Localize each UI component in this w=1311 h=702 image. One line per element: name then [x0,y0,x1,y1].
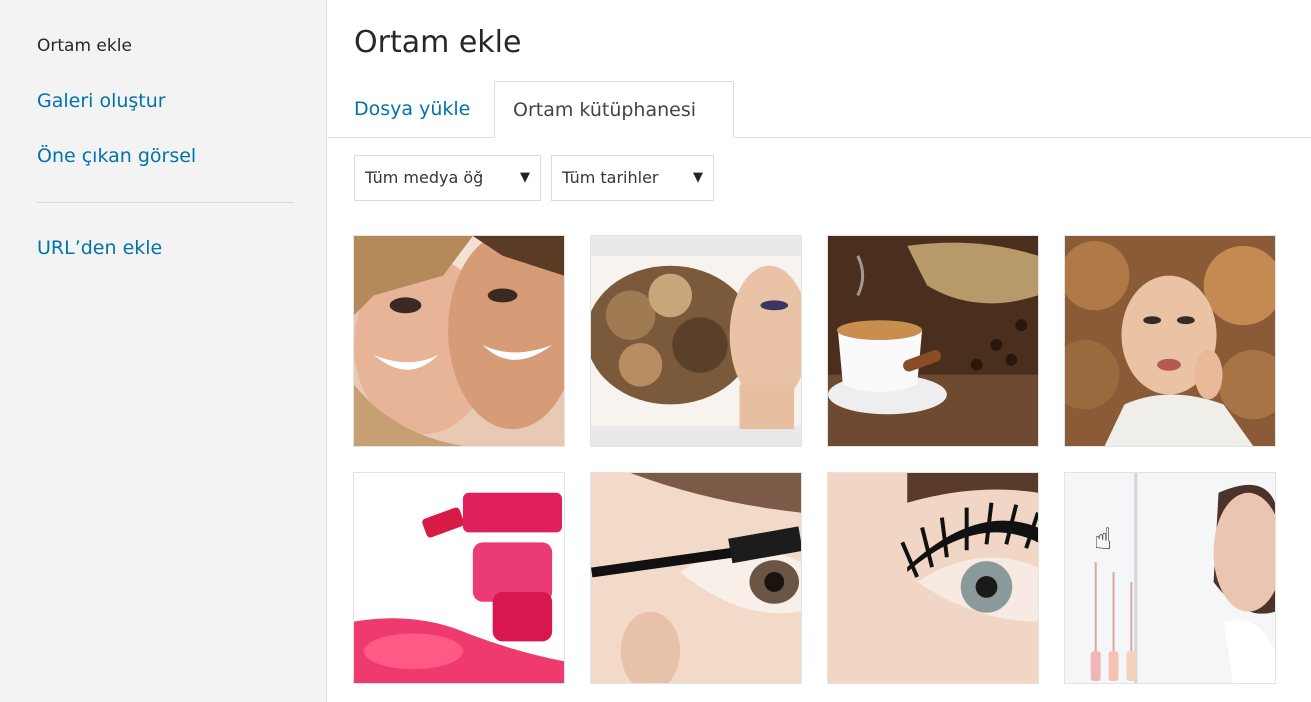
media-thumbnail[interactable] [1064,235,1276,447]
tab-bar: Dosya yükle Ortam kütüphanesi [328,81,1311,139]
media-thumbnail[interactable] [590,472,802,684]
sidebar-item-add-media[interactable]: Ortam ekle [37,33,132,59]
tab-upload-files[interactable]: Dosya yükle [354,81,470,138]
page-title: Ortam ekle [354,25,522,60]
thumbnail-image-face-treatment [1065,473,1275,683]
sidebar-item-create-gallery[interactable]: Galeri oluştur [37,88,166,114]
sidebar-separator [37,202,294,203]
thumbnail-image-curly-hair-woman [591,236,801,446]
thumbnail-image-curly-redhead [1065,236,1275,446]
date-filter-select[interactable]: Tüm tarihler ▼ [551,155,714,201]
thumbnail-image-nail-polish [354,473,564,683]
media-modal-sidebar: Ortam ekle Galeri oluştur Öne çıkan görs… [0,0,327,702]
media-type-filter-value: Tüm medya öğ [365,168,484,187]
media-thumbnail[interactable] [353,235,565,447]
sidebar-item-insert-from-url[interactable]: URL’den ekle [37,235,162,261]
media-thumbnail[interactable] [827,472,1039,684]
tab-media-library[interactable]: Ortam kütüphanesi [494,81,734,138]
media-thumbnail[interactable] [827,235,1039,447]
media-thumbnail[interactable] [353,472,565,684]
media-thumbnail[interactable] [590,235,802,447]
media-type-filter-select[interactable]: Tüm medya öğ ▼ [354,155,541,201]
caret-down-icon: ▼ [520,170,530,185]
thumbnail-image-smiling-couple [354,236,564,446]
thumbnail-image-false-lashes [828,473,1038,683]
date-filter-value: Tüm tarihler [562,168,659,187]
media-modal-content: Ortam ekle Dosya yükle Ortam kütüphanesi… [328,0,1311,702]
thumbnail-image-mascara-eye [591,473,801,683]
caret-down-icon: ▼ [693,170,703,185]
media-thumbnail[interactable] [1064,472,1276,684]
tab-bar-divider [328,137,1311,138]
sidebar-item-featured-image[interactable]: Öne çıkan görsel [37,143,196,169]
thumbnail-image-coffee-cup [828,236,1038,446]
